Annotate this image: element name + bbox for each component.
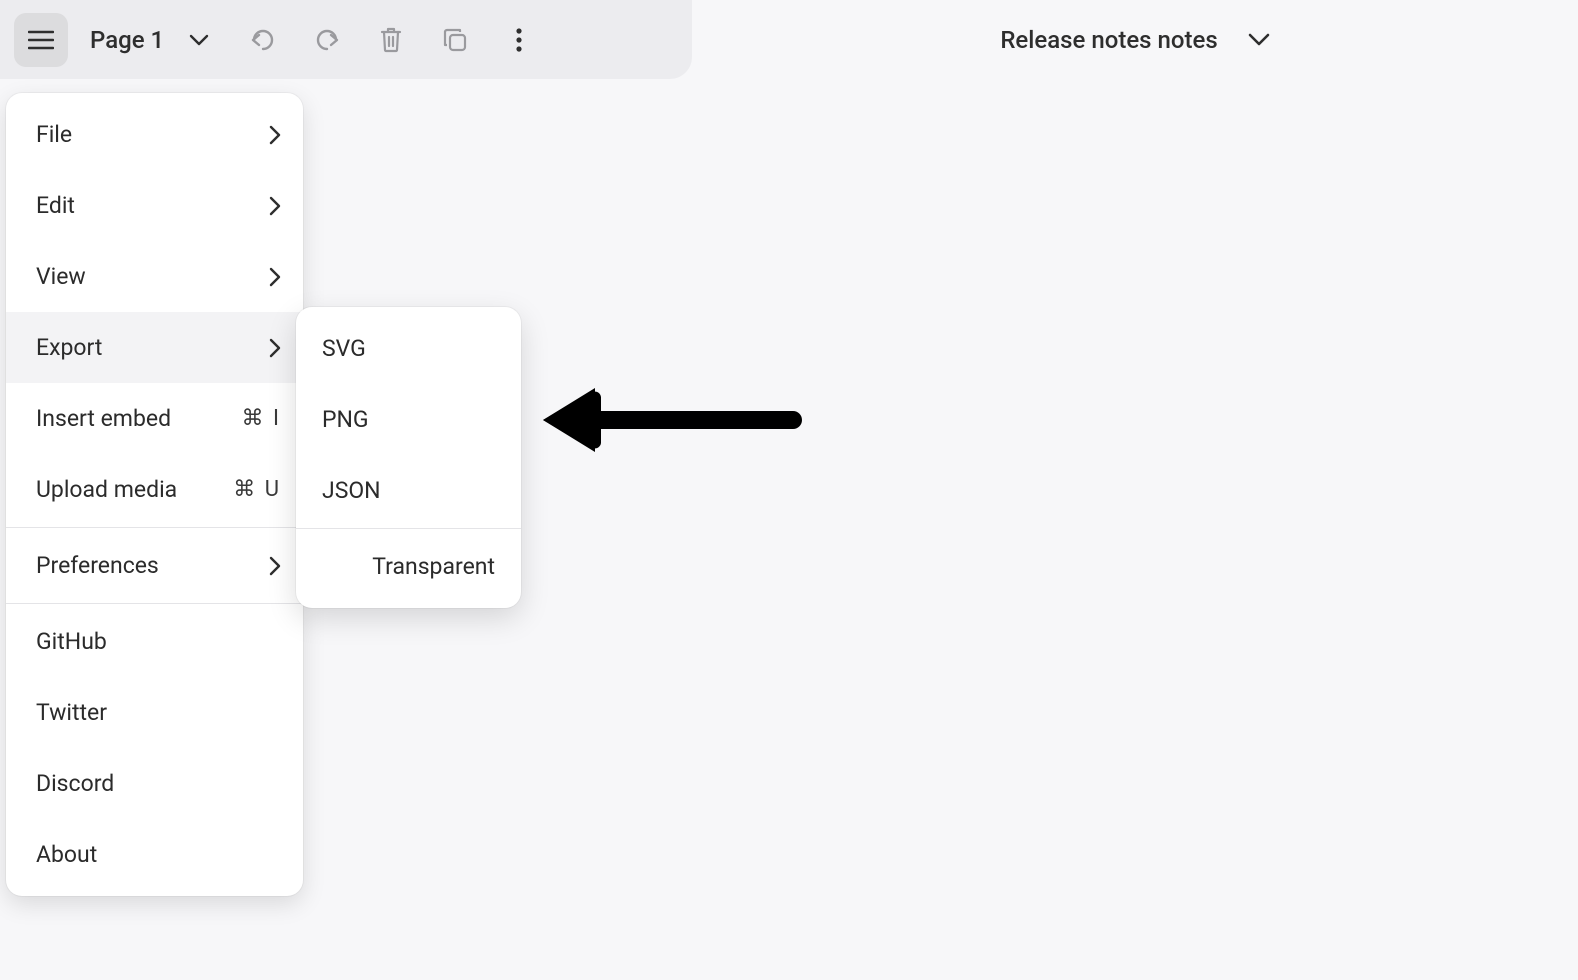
hamburger-icon (28, 30, 54, 50)
trash-icon (380, 27, 402, 53)
menu-item-shortcut: ⌘ U (233, 477, 281, 502)
menu-item-label: GitHub (36, 628, 281, 655)
submenu-item-label: Transparent (372, 553, 495, 580)
menu-item-label: Preferences (36, 552, 269, 579)
menu-item-insert-embed[interactable]: Insert embed ⌘ I (6, 383, 303, 454)
more-button[interactable] (492, 13, 546, 67)
menu-item-label: Upload media (36, 476, 233, 503)
submenu-item-label: PNG (322, 406, 369, 433)
export-submenu: SVG PNG JSON Transparent (296, 307, 521, 608)
chevron-right-icon (269, 267, 281, 287)
export-json[interactable]: JSON (296, 455, 521, 526)
menu-item-label: Insert embed (36, 405, 242, 432)
menu-separator (6, 603, 303, 604)
toolbar: Page 1 (0, 0, 692, 79)
chevron-down-icon[interactable] (1248, 33, 1270, 47)
menu-item-discord[interactable]: Discord (6, 748, 303, 819)
export-transparent-toggle[interactable]: Transparent (296, 531, 521, 602)
chevron-right-icon (269, 125, 281, 145)
menu-item-github[interactable]: GitHub (6, 606, 303, 677)
chevron-right-icon (269, 338, 281, 358)
more-vertical-icon (515, 27, 523, 53)
page-selector[interactable]: Page 1 (70, 26, 174, 54)
annotation-arrow (543, 388, 803, 456)
submenu-item-label: JSON (322, 477, 381, 504)
undo-icon (250, 29, 276, 51)
menu-item-upload-media[interactable]: Upload media ⌘ U (6, 454, 303, 525)
menu-item-file[interactable]: File (6, 99, 303, 170)
hamburger-button[interactable] (14, 13, 68, 67)
export-svg[interactable]: SVG (296, 313, 521, 384)
menu-item-shortcut: ⌘ I (242, 406, 281, 431)
chevron-right-icon (269, 196, 281, 216)
menu-item-label: Edit (36, 192, 269, 219)
page-label: Page 1 (90, 26, 164, 54)
redo-icon (314, 29, 340, 51)
chevron-right-icon (269, 556, 281, 576)
menu-separator (6, 527, 303, 528)
redo-button[interactable] (300, 13, 354, 67)
menu-item-about[interactable]: About (6, 819, 303, 890)
chevron-down-icon (189, 34, 209, 46)
menu-item-label: Discord (36, 770, 281, 797)
menu-item-label: Export (36, 334, 269, 361)
submenu-item-label: SVG (322, 335, 366, 362)
main-menu: File Edit View Export Insert embed ⌘ I U… (6, 93, 303, 896)
menu-item-export[interactable]: Export (6, 312, 303, 383)
menu-item-label: File (36, 121, 269, 148)
page-dropdown-button[interactable] (176, 13, 222, 67)
menu-item-label: View (36, 263, 269, 290)
undo-button[interactable] (236, 13, 290, 67)
document-title[interactable]: Release notes notes (1000, 26, 1217, 54)
menu-item-view[interactable]: View (6, 241, 303, 312)
menu-item-preferences[interactable]: Preferences (6, 530, 303, 601)
trash-button[interactable] (364, 13, 418, 67)
document-title-bar: Release notes notes (692, 0, 1578, 79)
copy-button[interactable] (428, 13, 482, 67)
menu-item-label: Twitter (36, 699, 281, 726)
copy-icon (442, 27, 468, 53)
submenu-separator (296, 528, 521, 529)
export-png[interactable]: PNG (296, 384, 521, 455)
menu-item-label: About (36, 841, 281, 868)
menu-item-twitter[interactable]: Twitter (6, 677, 303, 748)
menu-item-edit[interactable]: Edit (6, 170, 303, 241)
